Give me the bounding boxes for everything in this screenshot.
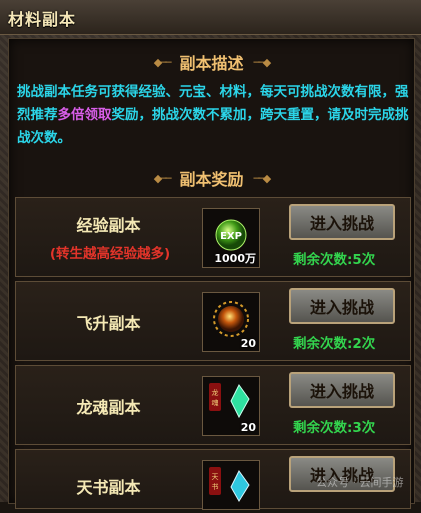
enter-challenge-button[interactable]: 进入挑战 <box>289 372 395 408</box>
svg-text:EXP: EXP <box>220 231 242 242</box>
description-highlight: 多倍领取 <box>57 107 112 123</box>
reward-quantity: 20 <box>240 337 256 350</box>
remaining-count: 剩余次数:2次 <box>293 336 376 352</box>
dungeon-name: 天书副本 <box>76 478 141 497</box>
description-heading: ◆── 副本描述 ──◆ <box>9 49 414 75</box>
ornament-icon: ──◆ <box>253 55 272 69</box>
ornament-icon: ──◆ <box>253 171 272 185</box>
dungeon-name: 经验副本 <box>76 216 141 235</box>
title-bar: 材料副本 <box>0 0 421 35</box>
reward-item-slot[interactable]: 龙 魂 20 <box>202 376 260 436</box>
enter-challenge-button[interactable]: 进入挑战 <box>289 204 395 240</box>
dungeon-name: 飞升副本 <box>76 314 141 333</box>
dungeon-note: (转生越高经验越多) <box>49 246 171 262</box>
ornament-icon: ◆── <box>153 171 172 185</box>
watermark: 公众号 · 云间手游 <box>316 476 404 489</box>
dungeon-row-ascension: 飞升副本 20 进入挑战 剩余次数:2次 <box>15 281 411 361</box>
ornament-icon: ◆── <box>153 55 172 69</box>
remaining-count: 剩余次数:5次 <box>293 252 376 268</box>
dungeon-name: 龙魂副本 <box>76 398 141 417</box>
reward-quantity: 20 <box>240 421 256 434</box>
enter-challenge-button[interactable]: 进入挑战 <box>289 288 395 324</box>
reward-item-slot[interactable]: 20 <box>202 292 260 352</box>
dungeon-row-dragon-soul: 龙魂副本 龙 魂 20 进入挑战 剩余次数:3次 <box>15 365 411 445</box>
rewards-heading-label: 副本奖励 <box>179 170 244 189</box>
rewards-heading: ◆── 副本奖励 ──◆ <box>9 165 414 191</box>
reward-quantity: 1000万 <box>214 252 256 265</box>
reward-item-slot[interactable]: 天 书 <box>202 460 260 510</box>
svg-text:魂: 魂 <box>212 398 219 407</box>
svg-text:天: 天 <box>212 473 219 481</box>
panel-content: ◆── 副本描述 ──◆ 挑战副本任务可获得经验、元宝、材料，每天可挑战次数有限… <box>8 38 415 510</box>
svg-text:书: 书 <box>212 482 219 491</box>
dungeon-row-exp: 经验副本 (转生越高经验越多) EXP 1000万 进入挑战 剩余次数:5次 <box>15 197 411 277</box>
game-panel: 材料副本 ◆── 副本描述 ──◆ 挑战副本任务可获得经验、元宝、材料，每天可挑… <box>0 0 421 510</box>
description-heading-label: 副本描述 <box>179 54 244 73</box>
remaining-count: 剩余次数:3次 <box>293 420 376 436</box>
description-text: 挑战副本任务可获得经验、元宝、材料，每天可挑战次数有限，强烈推荐多倍领取奖励，挑… <box>17 84 409 146</box>
reward-item-slot[interactable]: EXP 1000万 <box>202 208 260 268</box>
svg-text:龙: 龙 <box>212 388 219 397</box>
panel-title: 材料副本 <box>8 10 77 29</box>
